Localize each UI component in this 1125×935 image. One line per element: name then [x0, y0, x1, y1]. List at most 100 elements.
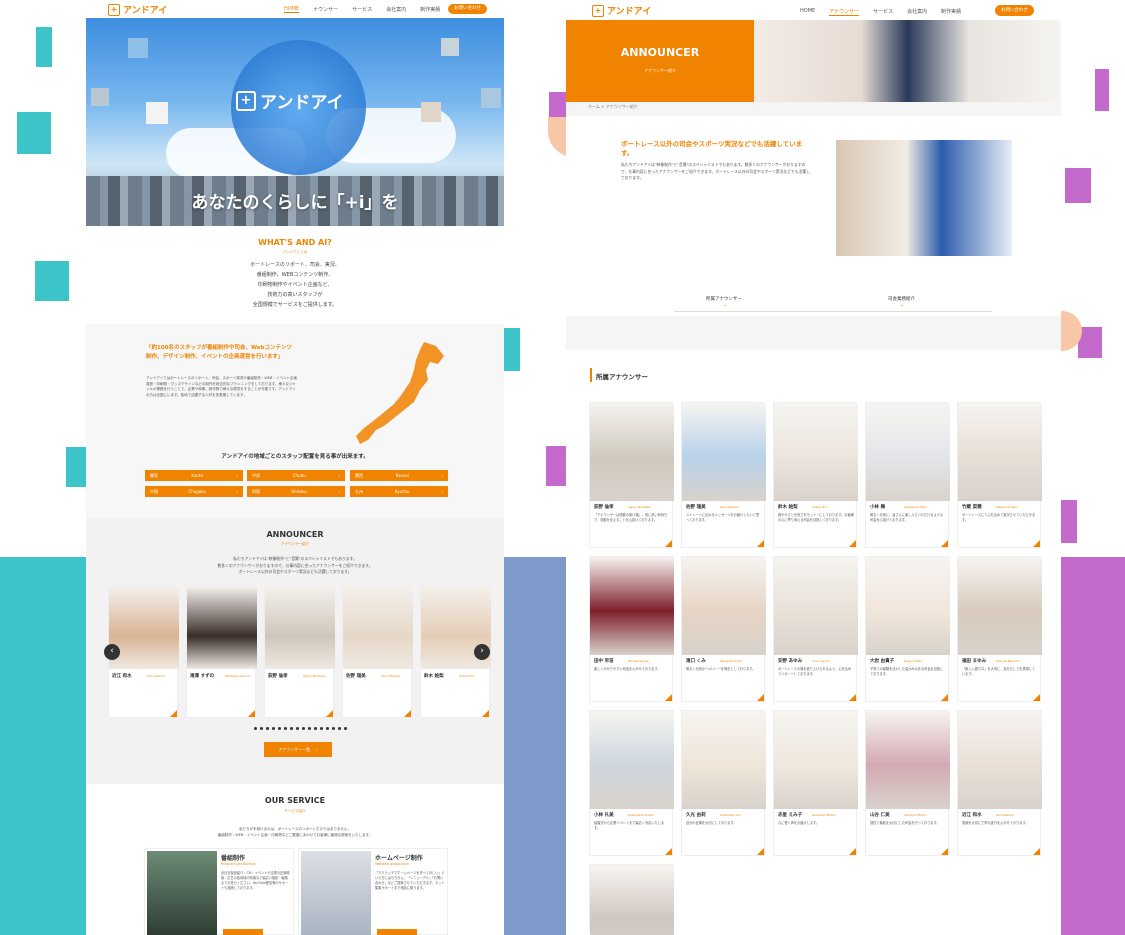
announcer-card[interactable]: 佐野 瑞美 Sano Mizumi — [342, 586, 413, 718]
announcer-name-en: Suzuki Eri — [459, 674, 474, 678]
announcer-card[interactable]: 滝澤 すずの Takizawa Suzuno — [186, 586, 257, 718]
announcer-card[interactable]: 荻野 倫孝 Ogino Noritaka — [264, 586, 335, 718]
teal-square — [17, 112, 51, 154]
announcer-card[interactable]: 安野 あゆみ Anno Ayumi ボートレースの場を盛り上げられるよう、心を込めて… — [773, 556, 858, 702]
announcer-name-en: Akahoshi Emiko — [812, 813, 836, 817]
region-button-chubu[interactable]: 中部 Chubu › — [247, 470, 345, 481]
announcer-card[interactable] — [589, 864, 674, 935]
announcer-photo — [590, 711, 674, 809]
announcer-card[interactable]: 竹蔵 菜穂 Takekura Naho ボートレースにて心を込めて実況させていただき… — [957, 402, 1042, 548]
announcer-name-en: Ogino Noritaka — [303, 674, 326, 678]
announcer-photo — [866, 711, 950, 809]
floating-tile — [128, 38, 148, 58]
nav-home[interactable]: HOME — [284, 6, 300, 13]
announcer-name: 竹蔵 菜穂 — [962, 505, 982, 510]
carousel-next-button[interactable]: › — [474, 644, 490, 660]
announcer-name-en: Omi Kazumi — [996, 813, 1015, 817]
divider — [674, 311, 992, 312]
announcer-name-en: Suzuki Eri — [812, 505, 827, 509]
chevron-right-icon: › — [236, 489, 238, 494]
announcer-card[interactable]: 小林 礼美 Kobayashi Ayami 結婚式から企業イベントまで幅広く対応いた… — [589, 710, 674, 856]
staff-section: 「約100名のスタッフが番組制作や司会、Webコンテンツ制作、デザイン制作、イベ… — [86, 324, 504, 518]
service-intro: 私たちが手掛けるのは、ボートレースのリポートだけではありません。 番組制作・WE… — [86, 826, 504, 838]
region-button-kyushu[interactable]: 九州 Kyushu › — [350, 486, 448, 497]
announcer-card[interactable]: 鈴木 絵梨 Suzuki Eri 爽やかさと元気さをモットーにしております。お客様の… — [773, 402, 858, 548]
header-nav: + アンドアイ HOME ナウンサー サービス 会社案内 制作実績 お問い合わせ — [86, 0, 504, 18]
announcer-name-en: Tanaka Sanae — [628, 659, 649, 663]
chevron-right-icon: › — [316, 747, 318, 752]
service-card-desc: 「スクラッチでホームページを作ってほしい」という方にはもちろん、「リニューアル」… — [375, 871, 445, 890]
region-button-kanto[interactable]: 関東 Kanto › — [145, 470, 243, 481]
announcer-photo — [774, 711, 858, 809]
announcer-name: 近江 和水 — [962, 813, 982, 818]
nav-service[interactable]: サービス — [352, 6, 372, 13]
corner-mark — [1033, 848, 1040, 855]
announcer-card[interactable]: 赤星 えみ子 Akahoshi Emiko 心に響く声をお届けします。 — [773, 710, 858, 856]
announcer-name: 安野 あゆみ — [778, 659, 803, 664]
announcer-card[interactable]: 近江 和水 Omi Kazumi 笑顔を大切に丁寧な進行を心がけております。 — [957, 710, 1042, 856]
announcer-page-screenshot: + アンドアイ HOME アナウンサー サービス 会社案内 制作実績 お問い合わ… — [566, 0, 1061, 935]
region-button-kansai[interactable]: 関西 Kansai › — [350, 470, 448, 481]
region-button-shikoku[interactable]: 四国 Shikoku › — [247, 486, 345, 497]
service-card-program[interactable]: 番組制作 Program production 全社を製品紹介・CM・イベントや… — [144, 848, 294, 935]
announcer-photo — [590, 865, 674, 935]
service-subtitle: サービス紹介 — [284, 809, 306, 813]
floating-tile — [421, 102, 441, 122]
announcer-desc: 「楽しい語り口」を大切に、自分らしさを表現しています。 — [962, 667, 1036, 676]
nav-announcer[interactable]: アナウンサー — [829, 8, 860, 16]
announcer-card[interactable]: 佐野 瑞美 Sano Mizumi ストレートに伝わるメッセージをお届けしたいと思っ… — [681, 402, 766, 548]
service-detail-button[interactable] — [377, 929, 417, 935]
nav-company[interactable]: 会社案内 — [907, 8, 927, 16]
contact-button[interactable]: お問い合わせ — [995, 5, 1034, 16]
logo[interactable]: + アンドアイ — [592, 4, 651, 17]
announcer-photo — [343, 587, 413, 669]
announcer-card[interactable]: 久光 由莉 Hisamitsu Yuri 自分の言葉を大切にしております。 — [681, 710, 766, 856]
nav-works[interactable]: 制作実績 — [941, 8, 961, 16]
carousel-dots[interactable] — [254, 727, 347, 730]
announcer-name: 佐野 瑞美 — [686, 505, 706, 510]
contact-button[interactable]: お問い合わせ — [448, 4, 487, 14]
region-button-chugoku[interactable]: 中国 Chugoku › — [145, 486, 243, 497]
announcer-desc: 笑顔を大切に丁寧な進行を心がけております。 — [962, 821, 1029, 825]
announcer-desc: 自分の言葉を大切にしております。 — [686, 821, 737, 825]
chevron-down-icon: ⌄ — [723, 302, 728, 308]
announcer-name: 鈴木 絵梨 — [424, 674, 444, 679]
announcer-card[interactable]: 小林 舞 Kobayashi Mai 明るく元気に、皆さんに楽しんでいただけるような… — [865, 402, 950, 548]
page-hero-orange: ANNOUNCER アナウンサー紹介 — [566, 20, 754, 102]
logo[interactable]: + アンドアイ — [108, 3, 167, 16]
announcer-name: 赤星 えみ子 — [778, 813, 803, 818]
carousel-prev-button[interactable]: ‹ — [104, 644, 120, 660]
list-heading-bar — [590, 368, 592, 382]
region-en: Kyushu — [395, 489, 410, 494]
announcer-list-button[interactable]: アナウンサー一覧 › — [264, 742, 332, 757]
whats-title: WHAT'S AND AI? — [258, 238, 332, 247]
announcer-intro: 私たちアンドアイは"映像制作"と"音響"のスペシャリストでもあります。 数多くの… — [86, 556, 504, 576]
intro-heading: ボートレース以外の司会やスポーツ実況などでも活躍しています。 — [621, 140, 803, 157]
announcer-card[interactable]: 大岩 由貴子 Oiwa Yukiko 子育ての経験を活かした温かみのある司会を目指し… — [865, 556, 950, 702]
announcer-desc: 明るく元気な"ヘルシー"を得意としております。 — [686, 667, 756, 671]
service-section: OUR SERVICE サービス紹介 私たちが手掛けるのは、ボートレースのリポー… — [86, 784, 504, 935]
nav-works[interactable]: 制作実績 — [420, 6, 440, 13]
announcer-card[interactable]: 山谷 仁美 Yamaya Hitomi 感性と機転を大切にした司会を行っております。 — [865, 710, 950, 856]
service-detail-button[interactable] — [223, 929, 263, 935]
announcer-name: 田中 早苗 — [594, 659, 614, 664]
announcer-card[interactable]: 福田 まゆみ Fukuda Mayumi 「楽しい語り口」を大切に、自分らしさを表現… — [957, 556, 1042, 702]
service-card-website[interactable]: ホームページ制作 Website production 「スクラッチでホームペー… — [298, 848, 448, 935]
nav-announcer[interactable]: ナウンサー — [313, 6, 338, 13]
announcer-card[interactable]: 田中 早苗 Tanaka Sanae 楽しく分かりやすい司会を心がけております。 — [589, 556, 674, 702]
breadcrumb[interactable]: ホーム > アナウンサー紹介 — [588, 104, 638, 110]
hero-image: + アンドアイ あなたのくらしに「+i」を — [86, 18, 504, 226]
announcer-name-en: Takekura Naho — [996, 505, 1019, 509]
corner-mark — [941, 540, 948, 547]
nav-service[interactable]: サービス — [873, 8, 893, 16]
nav-home[interactable]: HOME — [800, 8, 815, 16]
announcer-name-en: Omi Kazumi — [147, 674, 166, 678]
announcer-title: ANNOUNCER — [266, 530, 324, 539]
announcer-name: 滝口 くみ — [686, 659, 706, 664]
region-label: 四国 — [252, 488, 260, 494]
corner-mark — [248, 710, 255, 717]
announcer-card[interactable]: 滝口 くみ Takiguchi Kumi 明るく元気な"ヘルシー"を得意としておりま… — [681, 556, 766, 702]
nav-company[interactable]: 会社案内 — [386, 6, 406, 13]
whats-body: ボートレースのリポート、司会、実況、 番組制作、WEBコンテンツ制作、 印刷物制… — [86, 260, 504, 310]
announcer-card[interactable]: 荻野 倫孝 Ogino Noritaka 「アナウンサーは感動の架け橋」。常に熱い気… — [589, 402, 674, 548]
